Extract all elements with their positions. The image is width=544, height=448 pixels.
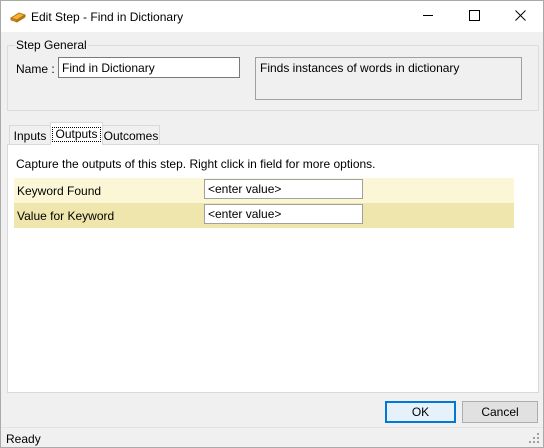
window-title: Edit Step - Find in Dictionary bbox=[31, 10, 184, 24]
tab-outcomes[interactable]: Outcomes bbox=[102, 125, 160, 145]
description-field[interactable]: Finds instances of words in dictionary bbox=[255, 57, 522, 100]
cancel-button[interactable]: Cancel bbox=[462, 401, 538, 423]
output-row-keyword-found: Keyword Found <enter value> bbox=[14, 178, 514, 203]
status-text: Ready bbox=[6, 432, 41, 446]
output-row-label: Value for Keyword bbox=[17, 209, 115, 223]
title-bar[interactable]: Edit Step - Find in Dictionary bbox=[1, 1, 543, 32]
ok-button[interactable]: OK bbox=[385, 401, 456, 423]
outputs-instruction: Capture the outputs of this step. Right … bbox=[16, 157, 376, 171]
resize-grip-icon[interactable] bbox=[528, 432, 540, 444]
app-icon bbox=[10, 9, 26, 25]
name-field[interactable]: Find in Dictionary bbox=[58, 57, 240, 78]
tab-inputs[interactable]: Inputs bbox=[9, 125, 51, 145]
minimize-button[interactable] bbox=[405, 1, 451, 32]
keyword-found-value-field[interactable]: <enter value> bbox=[204, 179, 363, 199]
value-for-keyword-value-field[interactable]: <enter value> bbox=[204, 204, 363, 224]
close-button[interactable] bbox=[497, 1, 543, 32]
step-general-title: Step General bbox=[15, 38, 88, 52]
maximize-button[interactable] bbox=[451, 1, 497, 32]
output-row-label: Keyword Found bbox=[17, 184, 102, 198]
tab-outputs-label: Outputs bbox=[52, 126, 101, 142]
name-label: Name : bbox=[16, 62, 55, 76]
status-bar: Ready bbox=[1, 427, 543, 447]
close-icon bbox=[514, 9, 526, 24]
edit-step-dialog: Edit Step - Find in Dictionary Step Gene… bbox=[0, 0, 544, 448]
minimize-icon bbox=[422, 10, 434, 24]
maximize-icon bbox=[468, 9, 480, 24]
tab-inputs-label: Inputs bbox=[13, 128, 47, 143]
tab-outputs[interactable]: Outputs bbox=[50, 122, 103, 145]
tab-outcomes-label: Outcomes bbox=[103, 128, 159, 143]
output-row-value-for-keyword: Value for Keyword <enter value> bbox=[14, 203, 514, 228]
